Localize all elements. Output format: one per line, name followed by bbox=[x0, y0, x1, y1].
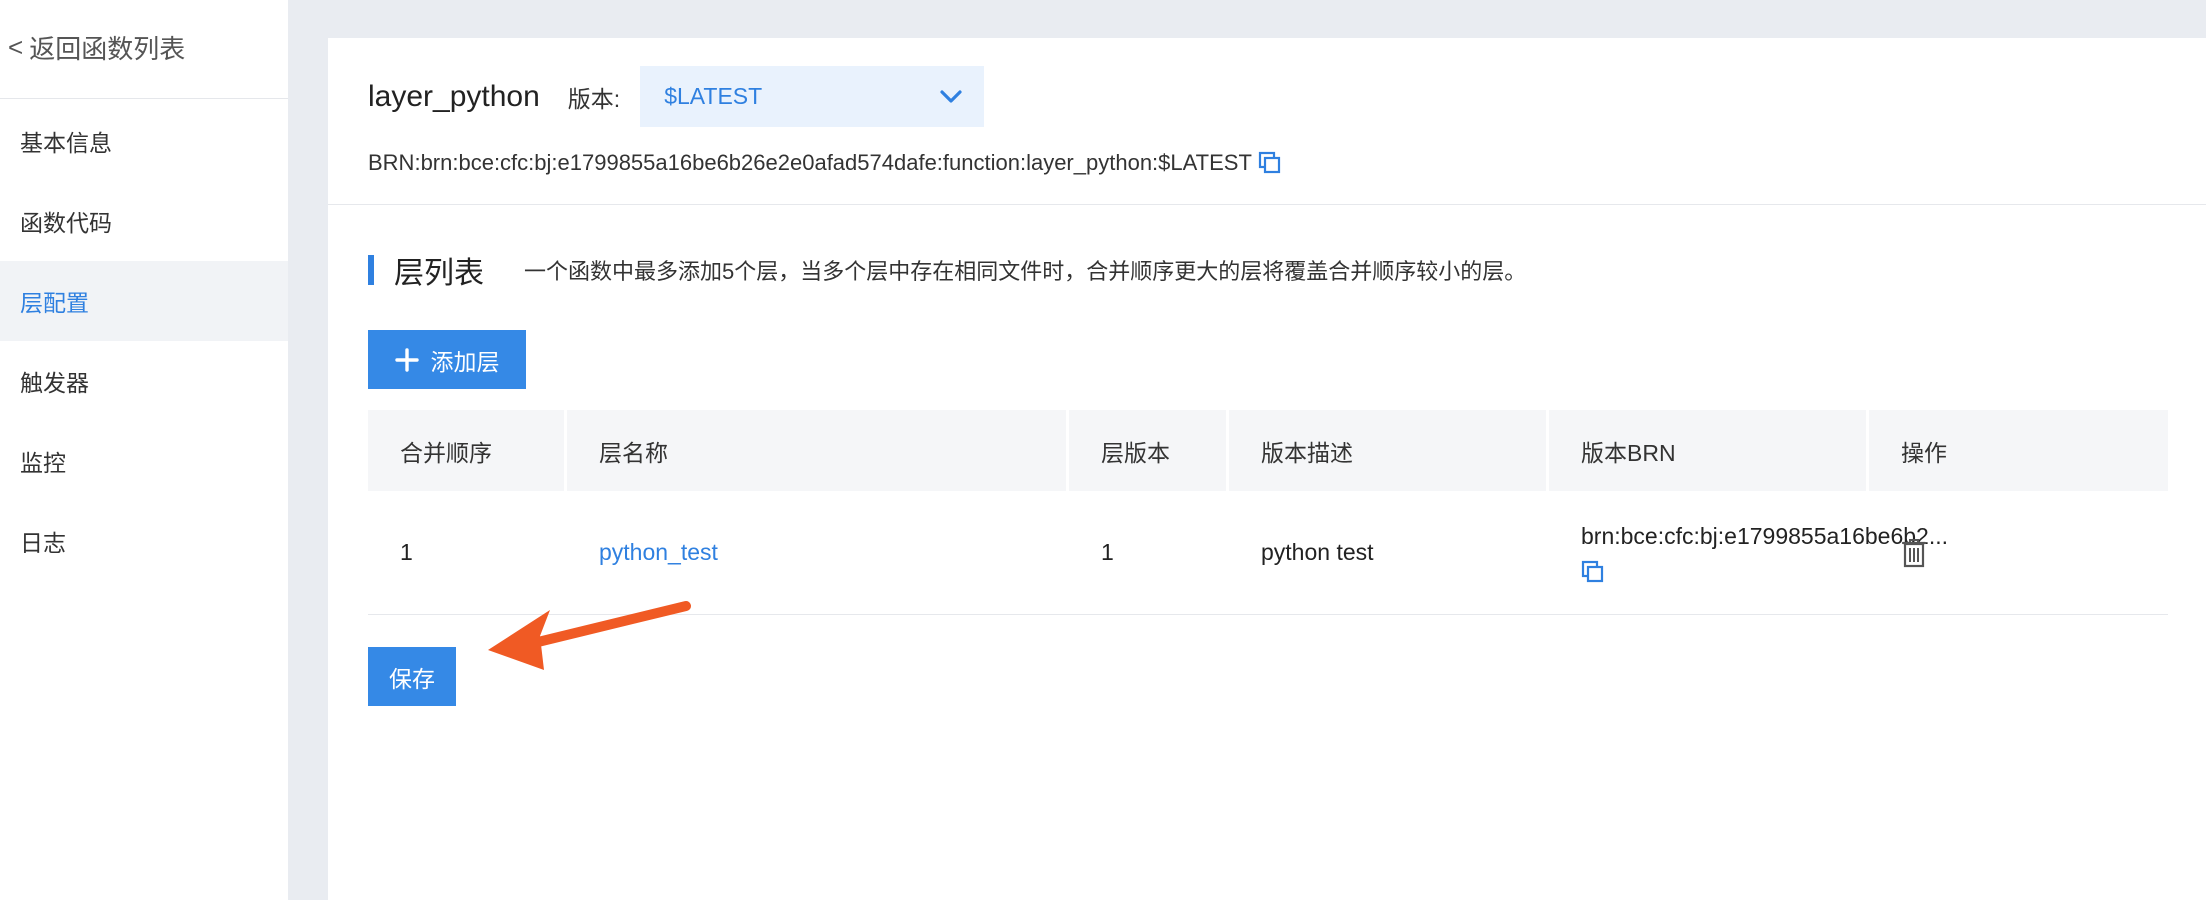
brn-value: brn:bce:cfc:bj:e1799855a16be6b26e2e0afad… bbox=[420, 150, 1252, 175]
arrow-annotation bbox=[480, 598, 692, 676]
copy-icon[interactable] bbox=[1581, 560, 1605, 584]
section-title: 层列表 bbox=[394, 257, 484, 290]
column-header-layer-name: 层名称 bbox=[567, 410, 1069, 491]
sidebar-item-label: 基本信息 bbox=[20, 130, 112, 156]
column-header-merge-order: 合并顺序 bbox=[368, 410, 567, 491]
add-layer-button[interactable]: 添加层 bbox=[368, 330, 526, 389]
chevron-left-icon: < bbox=[8, 31, 24, 62]
sidebar-item-monitoring[interactable]: 监控 bbox=[0, 421, 288, 501]
column-header-layer-version: 层版本 bbox=[1069, 410, 1229, 491]
version-select-value: $LATEST bbox=[664, 83, 763, 109]
chevron-down-icon bbox=[940, 89, 962, 104]
sidebar-item-label: 函数代码 bbox=[20, 210, 112, 236]
brn-label: BRN: bbox=[368, 150, 421, 175]
sidebar-nav: 基本信息 函数代码 层配置 触发器 监控 日志 bbox=[0, 101, 288, 581]
cell-layer-version: 1 bbox=[1101, 539, 1114, 565]
column-header-actions: 操作 bbox=[1901, 439, 1947, 466]
sidebar-item-label: 监控 bbox=[20, 450, 66, 476]
sidebar-item-label: 触发器 bbox=[20, 370, 89, 396]
function-name: layer_python bbox=[368, 79, 540, 113]
cell-version-description: python test bbox=[1261, 539, 1374, 565]
sidebar-item-label: 日志 bbox=[20, 530, 66, 556]
plus-icon bbox=[394, 347, 419, 372]
layer-name-link[interactable]: python_test bbox=[567, 491, 1069, 614]
back-link-label: 返回函数列表 bbox=[29, 33, 186, 64]
table-row: 1 python_test 1 python test brn:bce:cfc:… bbox=[368, 491, 2168, 615]
cell-actions bbox=[1869, 491, 2168, 614]
header-divider bbox=[328, 204, 2206, 205]
layer-table: 合并顺序 层名称 层版本 版本描述 版本BRN 操作 1 python_test… bbox=[368, 410, 2168, 615]
sidebar-item-layer-config[interactable]: 层配置 bbox=[0, 261, 288, 341]
function-header: layer_python 版本: $LATEST bbox=[368, 66, 985, 127]
column-header-version-description: 版本描述 bbox=[1229, 410, 1549, 491]
main-panel: layer_python 版本: $LATEST BRN: brn:bce:cf… bbox=[328, 38, 2206, 900]
sidebar-item-logs[interactable]: 日志 bbox=[0, 501, 288, 581]
version-label: 版本: bbox=[567, 85, 621, 112]
cell-version-brn: brn:bce:cfc:bj:e1799855a16be6b2... bbox=[1549, 491, 1948, 614]
copy-icon[interactable] bbox=[1258, 151, 1282, 175]
layer-list-header: 层列表 一个函数中最多添加5个层，当多个层中存在相同文件时，合并顺序更大的层将覆… bbox=[368, 248, 1526, 292]
back-to-function-list-link[interactable]: < 返回函数列表 bbox=[0, 0, 288, 99]
sidebar: < 返回函数列表 基本信息 函数代码 层配置 触发器 监控 日志 bbox=[0, 0, 288, 900]
cell-merge-order: 1 bbox=[400, 539, 413, 565]
save-button-label: 保存 bbox=[389, 665, 435, 692]
add-layer-label: 添加层 bbox=[430, 348, 500, 375]
table-header: 合并顺序 层名称 层版本 版本描述 版本BRN 操作 bbox=[368, 410, 2168, 491]
column-header-version-brn: 版本BRN bbox=[1549, 410, 1869, 491]
version-select[interactable]: $LATEST bbox=[640, 66, 985, 127]
sidebar-item-triggers[interactable]: 触发器 bbox=[0, 341, 288, 421]
sidebar-item-label: 层配置 bbox=[20, 290, 89, 316]
sidebar-item-basic-info[interactable]: 基本信息 bbox=[0, 101, 288, 181]
section-accent-bar bbox=[368, 255, 374, 285]
section-description: 一个函数中最多添加5个层，当多个层中存在相同文件时，合并顺序更大的层将覆盖合并顺… bbox=[524, 259, 1527, 284]
trash-icon[interactable] bbox=[1901, 538, 1927, 568]
function-brn: BRN: brn:bce:cfc:bj:e1799855a16be6b26e2e… bbox=[368, 150, 1282, 176]
save-button[interactable]: 保存 bbox=[368, 647, 456, 706]
sidebar-item-function-code[interactable]: 函数代码 bbox=[0, 181, 288, 261]
